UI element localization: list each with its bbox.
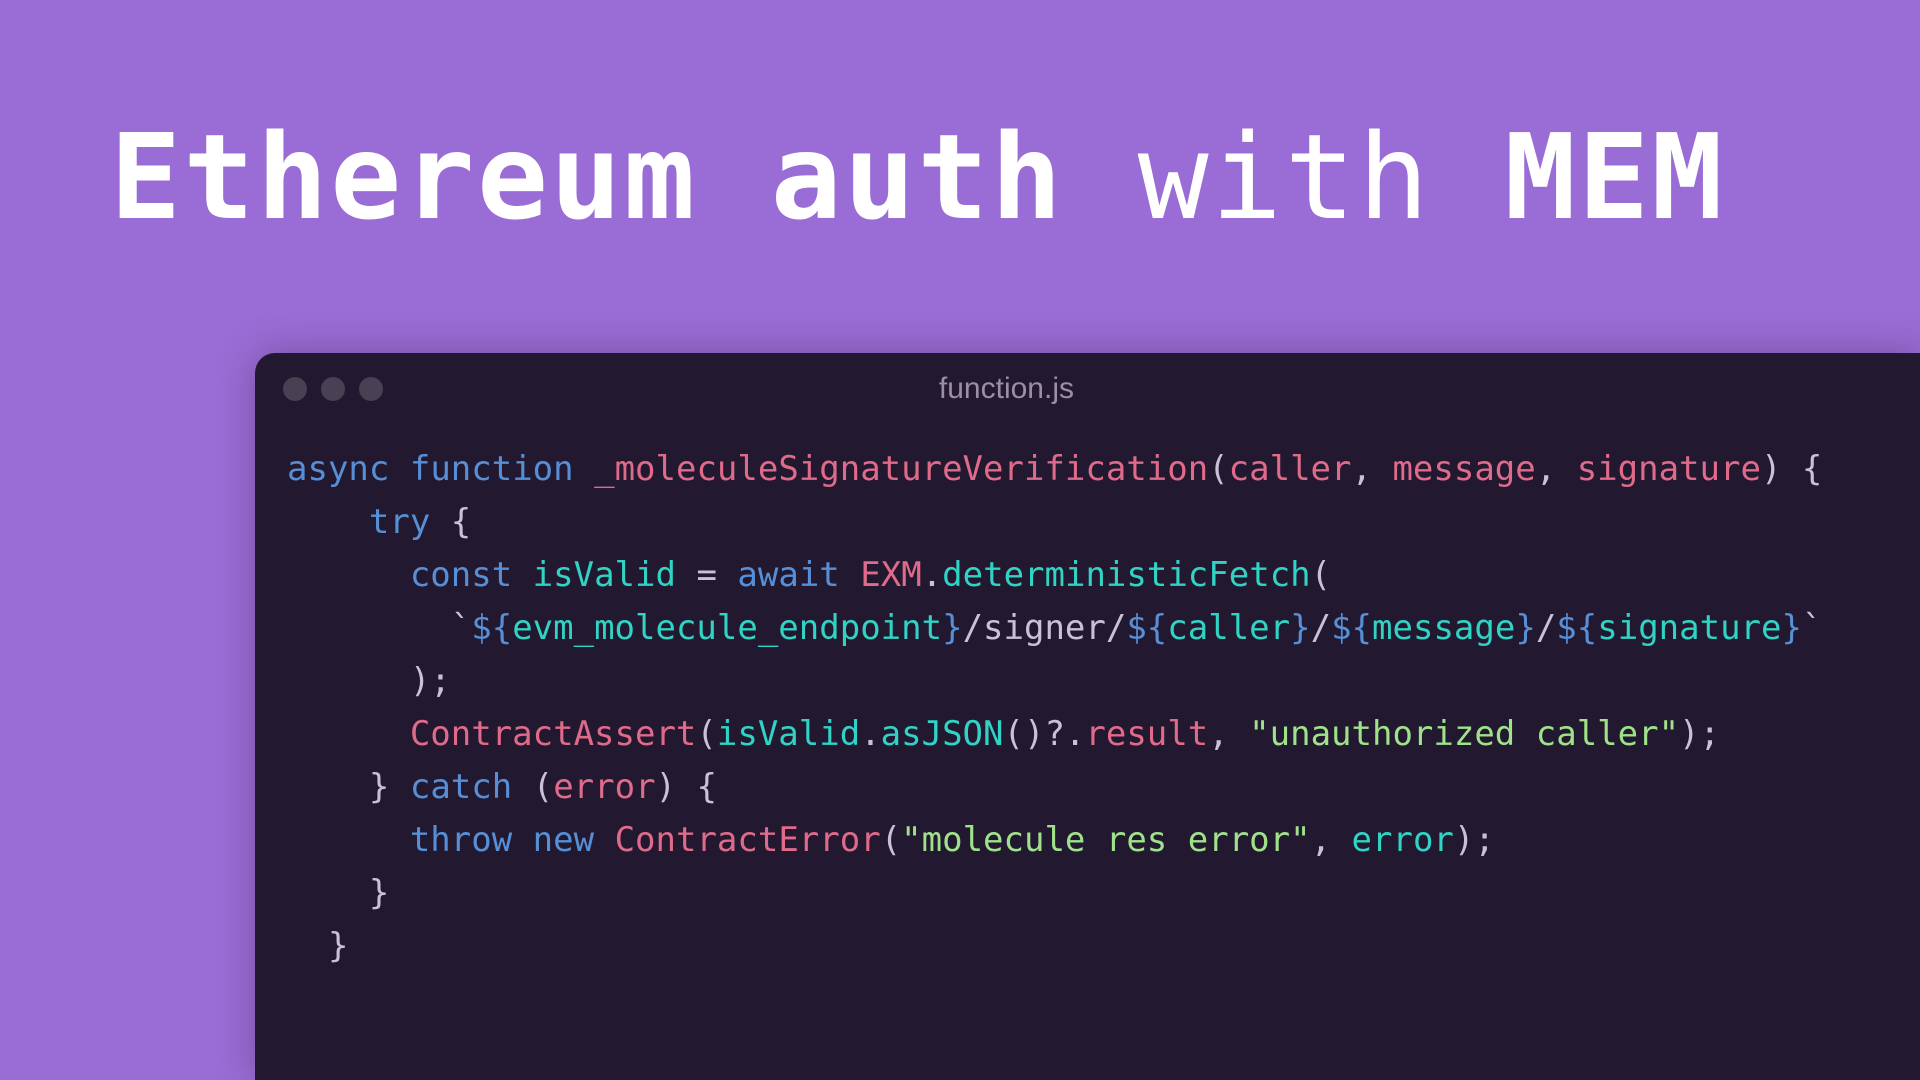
punct: } bbox=[369, 767, 389, 807]
tmpl-open: ${ bbox=[1126, 608, 1167, 648]
ident-isvalid: isValid bbox=[533, 555, 676, 595]
backtick: ` bbox=[1802, 608, 1822, 648]
punct: ( bbox=[881, 820, 901, 860]
kw-new: new bbox=[533, 820, 594, 860]
method-deterministicfetch: deterministicFetch bbox=[942, 555, 1310, 595]
punct: , bbox=[1352, 449, 1393, 489]
prop-result: result bbox=[1085, 714, 1208, 754]
punct: ()?. bbox=[1004, 714, 1086, 754]
kw-await: await bbox=[737, 555, 839, 595]
tmpl-open: ${ bbox=[471, 608, 512, 648]
param-message: message bbox=[1392, 449, 1535, 489]
tmpl-close: } bbox=[942, 608, 962, 648]
minimize-icon[interactable] bbox=[321, 377, 345, 401]
var-endpoint: evm_molecule_endpoint bbox=[512, 608, 942, 648]
str-slash: / bbox=[1311, 608, 1331, 648]
maximize-icon[interactable] bbox=[359, 377, 383, 401]
ident-error: error bbox=[1352, 820, 1454, 860]
punct: = bbox=[696, 555, 716, 595]
punct: ) { bbox=[656, 767, 717, 807]
param-signature: signature bbox=[1577, 449, 1761, 489]
punct: { bbox=[451, 502, 471, 542]
kw-throw: throw bbox=[410, 820, 512, 860]
method-asjson: asJSON bbox=[881, 714, 1004, 754]
ident-isvalid: isValid bbox=[717, 714, 860, 754]
tmpl-close: } bbox=[1515, 608, 1535, 648]
title-part-3: MEM bbox=[1505, 108, 1725, 246]
kw-async: async bbox=[287, 449, 389, 489]
call-contractassert: ContractAssert bbox=[410, 714, 697, 754]
kw-const: const bbox=[410, 555, 512, 595]
function-name: _moleculeSignatureVerification bbox=[594, 449, 1208, 489]
punct: . bbox=[860, 714, 880, 754]
punct: , bbox=[1536, 449, 1577, 489]
punct: ); bbox=[410, 661, 451, 701]
tmpl-open: ${ bbox=[1556, 608, 1597, 648]
editor-filename: function.js bbox=[939, 372, 1074, 406]
code-block: async function _moleculeSignatureVerific… bbox=[255, 425, 1920, 991]
ident-exm: EXM bbox=[860, 555, 921, 595]
string-unauthorized: "unauthorized caller" bbox=[1249, 714, 1679, 754]
title-part-2: with bbox=[1138, 108, 1432, 246]
punct: ( bbox=[696, 714, 716, 754]
punct: . bbox=[922, 555, 942, 595]
editor-header: function.js bbox=[255, 353, 1920, 425]
title-part-1: Ethereum auth bbox=[110, 108, 1064, 246]
kw-function: function bbox=[410, 449, 574, 489]
code-editor-window: function.js async function _moleculeSign… bbox=[255, 353, 1920, 1080]
punct: , bbox=[1311, 820, 1352, 860]
tmpl-close: } bbox=[1781, 608, 1801, 648]
punct: ); bbox=[1679, 714, 1720, 754]
punct: ) { bbox=[1761, 449, 1822, 489]
punct: ( bbox=[533, 767, 553, 807]
param-error: error bbox=[553, 767, 655, 807]
string-molecule: "molecule res error" bbox=[901, 820, 1310, 860]
str-slash: / bbox=[1536, 608, 1556, 648]
backtick: ` bbox=[451, 608, 471, 648]
var-message: message bbox=[1372, 608, 1515, 648]
punct: ( bbox=[1208, 449, 1228, 489]
class-contracterror: ContractError bbox=[615, 820, 881, 860]
param-caller: caller bbox=[1229, 449, 1352, 489]
punct: } bbox=[328, 926, 348, 966]
window-controls bbox=[283, 377, 383, 401]
page-title: Ethereum auth with MEM bbox=[110, 108, 1725, 246]
punct: , bbox=[1208, 714, 1249, 754]
punct: } bbox=[369, 873, 389, 913]
punct: ( bbox=[1311, 555, 1331, 595]
var-caller: caller bbox=[1167, 608, 1290, 648]
str-path: /signer/ bbox=[963, 608, 1127, 648]
var-signature: signature bbox=[1597, 608, 1781, 648]
tmpl-open: ${ bbox=[1331, 608, 1372, 648]
kw-try: try bbox=[369, 502, 430, 542]
tmpl-close: } bbox=[1290, 608, 1310, 648]
kw-catch: catch bbox=[410, 767, 512, 807]
punct: ); bbox=[1454, 820, 1495, 860]
close-icon[interactable] bbox=[283, 377, 307, 401]
